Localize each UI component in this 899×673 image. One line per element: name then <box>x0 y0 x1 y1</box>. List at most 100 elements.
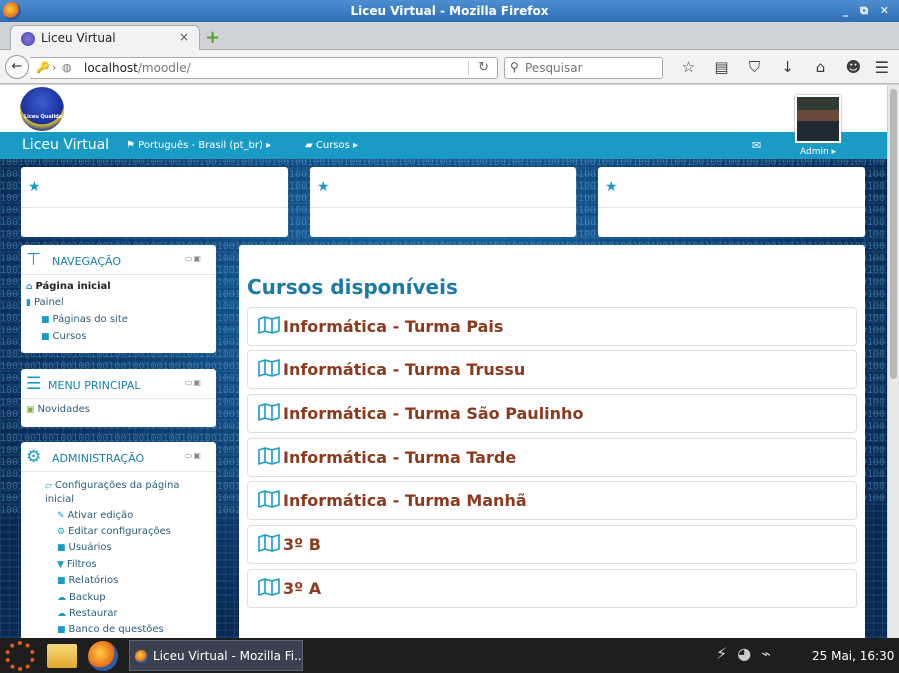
map-icon <box>258 490 280 508</box>
main-menu-block-title: Menu principal <box>48 379 141 392</box>
admin-item-relatorios[interactable]: ■ Relatórios <box>57 575 118 586</box>
tab-close-icon[interactable]: × <box>179 30 189 44</box>
folder-icon: ■ <box>57 576 66 586</box>
reading-list-icon[interactable]: ▤ <box>705 58 738 76</box>
search-input[interactable] <box>525 60 659 76</box>
window-controls[interactable]: _ ⧉ ✕ <box>843 0 893 22</box>
navigation-block-header: ⊤ Navegação ▭▣ <box>21 245 216 275</box>
admin-item-ativar-edicao[interactable]: ✎ Ativar edição <box>57 510 133 521</box>
page-title: Cursos disponíveis <box>247 275 458 299</box>
course-title[interactable]: 3º A <box>283 579 321 598</box>
firefox-launcher-icon[interactable] <box>88 641 118 671</box>
block-controls-icon[interactable]: ▭▣ <box>185 378 202 387</box>
star-icon: ★ <box>317 179 330 195</box>
download-icon[interactable]: ↓ <box>771 58 804 76</box>
map-icon <box>258 578 280 596</box>
top-block-2: ★ <box>310 167 576 237</box>
admin-item-editar-configuracoes[interactable]: ⚙ Editar configurações <box>57 526 171 537</box>
file-manager-icon[interactable] <box>47 644 77 668</box>
avatar[interactable] <box>795 95 841 143</box>
home-icon[interactable]: ⌂ <box>804 58 837 76</box>
nav-item-painel[interactable]: ▮ Painel <box>26 297 64 308</box>
pencil-icon: ✎ <box>57 511 65 521</box>
course-item[interactable]: Informática - Turma Tarde <box>247 438 857 477</box>
admin-item-backup[interactable]: ☁ Backup <box>57 592 106 603</box>
course-title[interactable]: Informática - Turma Manhã <box>283 491 527 510</box>
system-tray: ⚡◕⌁ <box>716 644 781 663</box>
course-item[interactable]: Informática - Turma Pais <box>247 307 857 346</box>
pocket-icon[interactable]: ⛉ <box>738 58 771 76</box>
block-controls-icon[interactable]: ▭▣ <box>185 254 202 263</box>
ubuntu-logo-icon[interactable] <box>5 641 35 671</box>
star-icon: ★ <box>28 179 41 195</box>
folder-icon: ■ <box>41 315 50 325</box>
menu-item-novidades[interactable]: ▣ Novidades <box>26 404 90 415</box>
emoji-icon[interactable]: ☻ <box>837 58 870 76</box>
map-icon <box>258 534 280 552</box>
user-menu[interactable]: Admin ▸ <box>800 147 836 157</box>
course-title[interactable]: Informática - Turma Tarde <box>283 448 516 467</box>
block-controls-icon[interactable]: ▭▣ <box>185 451 202 460</box>
courses-menu[interactable]: ▰ Cursos ▸ <box>305 140 358 151</box>
course-item[interactable]: 3º A <box>247 569 857 608</box>
power-icon[interactable]: ⚡ <box>716 644 737 663</box>
flag-icon: ⚑ <box>126 140 139 151</box>
chevron-right-icon: › <box>52 61 57 74</box>
caret-right-icon: ▸ <box>828 147 837 157</box>
filter-icon: ▼ <box>57 560 64 570</box>
page-scrollbar[interactable] <box>887 85 899 638</box>
admin-item-filtros[interactable]: ▼ Filtros <box>57 559 97 570</box>
menu-lines-icon: ☰ <box>26 374 42 394</box>
course-item[interactable]: Informática - Turma São Paulinho <box>247 394 857 433</box>
caret-right-icon: ▸ <box>349 140 359 151</box>
gears-icon: ⚙ <box>26 447 42 467</box>
messages-envelope-icon[interactable]: ✉ <box>752 139 761 152</box>
admin-section-frontpage-settings[interactable]: ▱ Configurações da página inicial <box>45 479 205 507</box>
taskbar-window-item[interactable]: Liceu Virtual - Mozilla Fi... <box>129 640 303 671</box>
admin-item-restaurar[interactable]: ☁ Restaurar <box>57 608 118 619</box>
logo-text: Liceu Qualidade <box>24 114 70 120</box>
clock[interactable]: 25 Mai, 16:30 <box>812 649 894 663</box>
url-separator <box>468 61 469 75</box>
back-button[interactable]: ← <box>5 55 29 79</box>
folder-icon: ■ <box>57 625 66 635</box>
top-block-3: ★ <box>598 167 865 237</box>
site-logo[interactable]: Liceu Qualidade <box>20 87 69 131</box>
admin-item-usuarios[interactable]: ■ Usuários <box>57 542 112 553</box>
course-title[interactable]: Informática - Turma Trussu <box>283 360 525 379</box>
navigation-block-title: Navegação <box>52 255 122 268</box>
administration-block: ⚙ Administração ▭▣ ▱ Configurações da pág… <box>21 442 216 638</box>
nav-item-paginas-do-site[interactable]: ■ Páginas do site <box>41 314 128 325</box>
new-tab-button[interactable]: + <box>205 27 220 48</box>
page-viewport: 1001001001001001001001001001001001001001… <box>0 85 887 638</box>
network-icon[interactable]: ◕ <box>737 644 761 663</box>
language-menu[interactable]: ⚑ Português - Brasil (pt_br) ▸ <box>126 140 271 151</box>
course-item[interactable]: Informática - Turma Trussu <box>247 350 857 389</box>
course-title[interactable]: 3º B <box>283 535 321 554</box>
course-title[interactable]: Informática - Turma Pais <box>283 317 503 336</box>
tab-title: Liceu Virtual <box>41 31 116 45</box>
map-icon <box>258 447 280 465</box>
home-icon: ⌂ <box>26 282 33 292</box>
plug-icon[interactable]: ⌁ <box>761 644 781 663</box>
main-content: Cursos disponíveis Informática - Turma P… <box>239 245 865 638</box>
reload-icon[interactable]: ↻ <box>478 60 489 75</box>
nav-item-pagina-inicial[interactable]: ⌂ Página inicial <box>26 281 111 292</box>
search-bar[interactable]: ⚲ <box>504 57 663 79</box>
browser-tab[interactable]: Liceu Virtual × <box>10 25 200 51</box>
site-header: Liceu Qualidade <box>0 85 887 132</box>
administration-block-title: Administração <box>52 452 145 465</box>
back-arrow-icon: ← <box>11 59 23 74</box>
url-bar[interactable]: 🔑 › ◍ localhost/moodle/ ↻ <box>30 57 498 79</box>
scrollbar-thumb[interactable] <box>890 89 897 379</box>
course-item[interactable]: 3º B <box>247 525 857 564</box>
course-item[interactable]: Informática - Turma Manhã <box>247 481 857 520</box>
site-brand[interactable]: Liceu Virtual <box>22 137 109 153</box>
taskbar: Liceu Virtual - Mozilla Fi... ⚡◕⌁ 25 Mai… <box>0 638 899 673</box>
hamburger-menu-icon[interactable]: ☰ <box>875 58 889 77</box>
nav-item-cursos[interactable]: ■ Cursos <box>41 331 87 342</box>
admin-item-banco-de-questoes[interactable]: ■ Banco de questões <box>57 624 164 635</box>
bookmark-star-icon[interactable]: ☆ <box>672 58 705 76</box>
course-title[interactable]: Informática - Turma São Paulinho <box>283 404 583 423</box>
top-navbar: Liceu Virtual ⚑ Português - Brasil (pt_b… <box>0 132 887 159</box>
